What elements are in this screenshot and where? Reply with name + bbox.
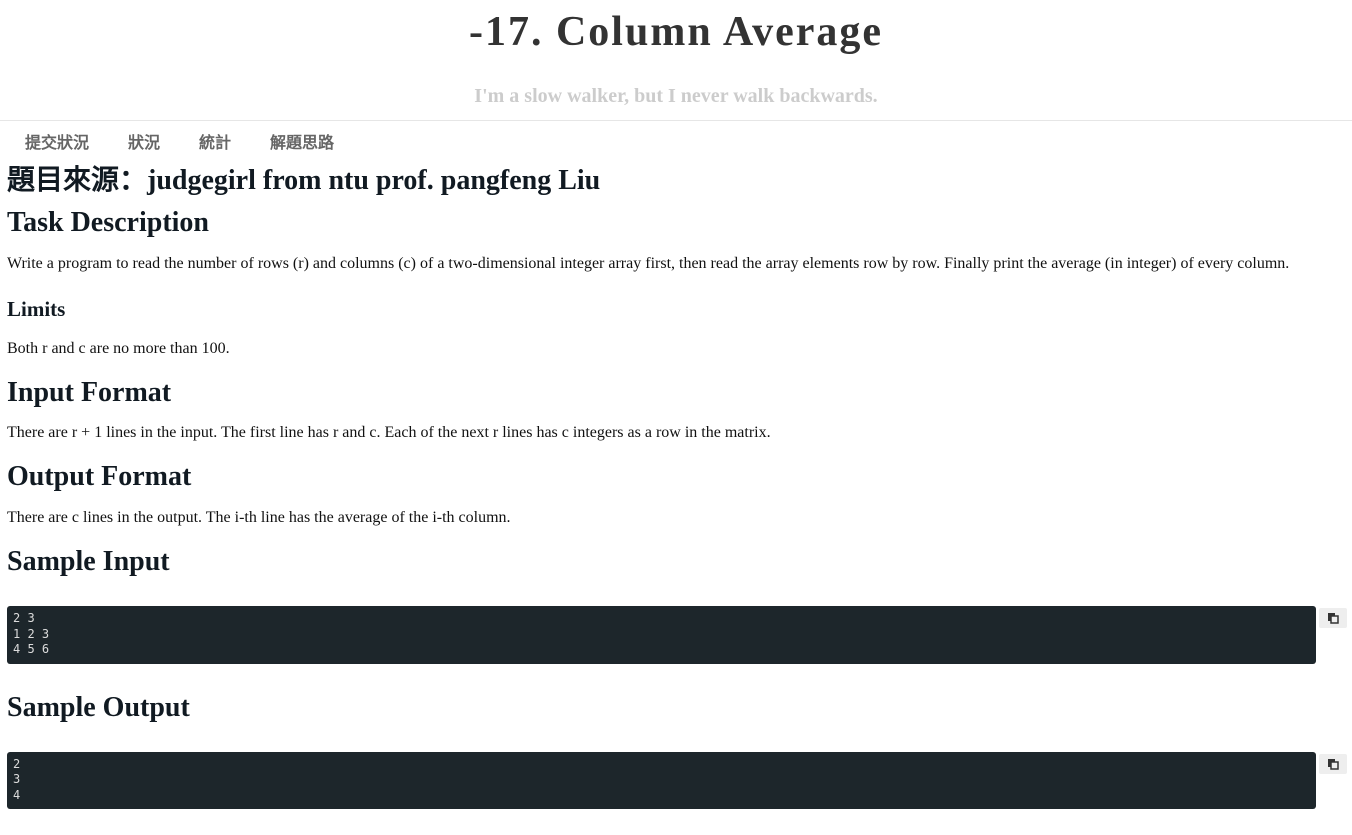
copy-sample-input-button[interactable]: [1319, 608, 1347, 628]
sample-input-block: 2 3 1 2 3 4 5 6: [7, 606, 1347, 664]
problem-content: 題目來源：judgegirl from ntu prof. pangfeng L…: [0, 161, 1352, 809]
input-format-text: There are r + 1 lines in the input. The …: [7, 424, 771, 441]
sample-input-code[interactable]: 2 3 1 2 3 4 5 6: [7, 606, 1316, 664]
nav-item-status[interactable]: 狀況: [128, 129, 160, 153]
limits-heading: Limits: [7, 297, 66, 321]
nav-item-solution[interactable]: 解題思路: [270, 129, 334, 153]
output-format-text: There are c lines in the output. The i-t…: [7, 509, 511, 526]
input-format-heading: Input Format: [7, 377, 172, 408]
sample-input-heading: Sample Input: [7, 546, 170, 577]
task-text: Write a program to read the number of ro…: [7, 255, 1290, 272]
task-heading: Task Description: [7, 207, 210, 238]
site-subtitle: I'm a slow walker, but I never walk back…: [474, 85, 878, 107]
nav-item-statistics[interactable]: 統計: [199, 129, 231, 153]
output-format-heading: Output Format: [7, 461, 192, 492]
nav-item-submissions[interactable]: 提交狀況: [25, 129, 89, 153]
sample-output-code[interactable]: 2 3 4: [7, 751, 1316, 809]
copy-sample-output-button[interactable]: [1319, 753, 1347, 774]
sample-output-heading: Sample Output: [7, 691, 190, 723]
site-title: -17. Column Average: [468, 9, 883, 55]
limits-text: Both r and c are no more than 100.: [7, 340, 230, 357]
nav-bar: 提交狀況 狀況 統計 解題思路: [0, 121, 1352, 161]
clipboard-icon: [1328, 758, 1339, 770]
source-heading: 題目來源：judgegirl from ntu prof. pangfeng L…: [7, 165, 601, 196]
sample-output-block: 2 3 4: [7, 751, 1347, 809]
clipboard-icon: [1328, 613, 1339, 624]
site-header: -17. Column Average I'm a slow walker, b…: [0, 0, 1352, 120]
